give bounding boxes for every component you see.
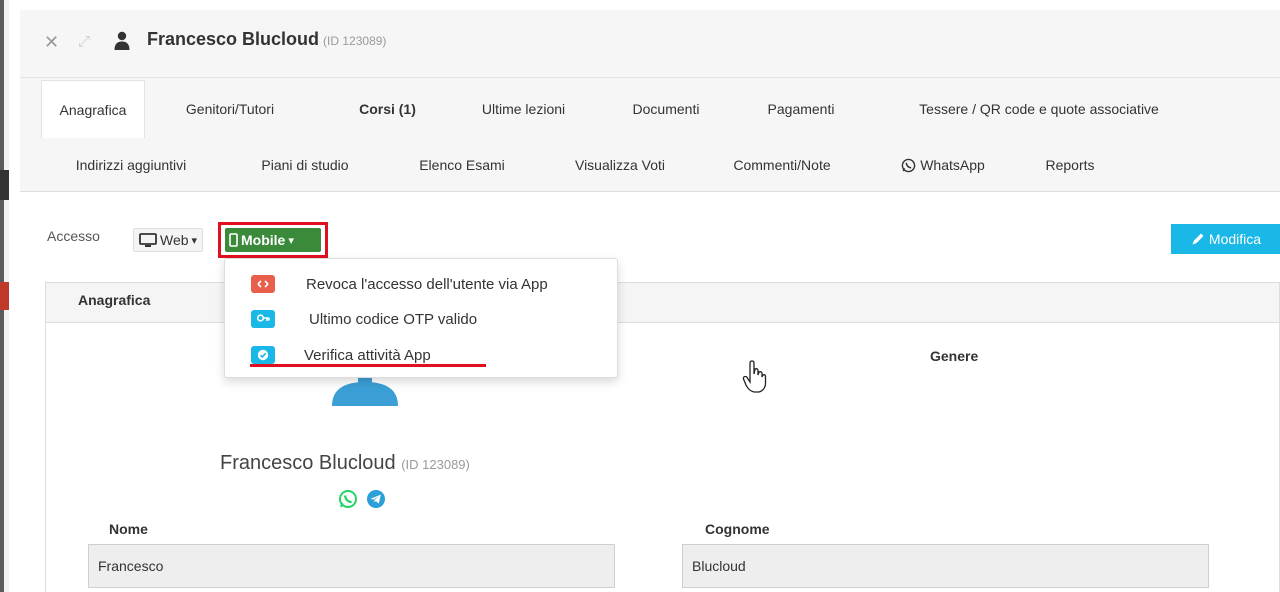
menu-item-revoca-accesso[interactable]: Revoca l'accesso dell'utente via App	[225, 269, 619, 299]
access-label: Accesso	[47, 228, 100, 244]
page-title-name: Francesco Blucloud	[147, 29, 320, 49]
telegram-icon[interactable]	[366, 489, 386, 509]
web-access-label: Web	[160, 232, 189, 248]
whatsapp-icon[interactable]	[338, 489, 358, 509]
close-icon[interactable]: ✕	[44, 32, 59, 52]
mobile-dropdown-menu: Revoca l'accesso dell'utente via App Ult…	[224, 258, 618, 378]
modifica-button[interactable]: Modifica	[1171, 224, 1280, 254]
tab-genitori-tutori[interactable]: Genitori/Tutori	[170, 92, 290, 126]
highlight-underline	[250, 364, 486, 367]
tab-piani-di-studio[interactable]: Piani di studio	[242, 148, 368, 182]
tab-ultime-lezioni[interactable]: Ultime lezioni	[461, 92, 586, 126]
main-panel: ✕ ⤢ Francesco Blucloud (ID 123089) Anagra…	[20, 0, 1280, 592]
tab-documenti[interactable]: Documenti	[616, 92, 716, 126]
left-edge	[0, 0, 9, 592]
page-title-id: (ID 123089)	[323, 34, 387, 48]
tab-pagamenti[interactable]: Pagamenti	[748, 92, 854, 126]
header: ✕ ⤢ Francesco Blucloud (ID 123089)	[20, 10, 1280, 78]
profile-name-text: Francesco Blucloud	[220, 452, 396, 474]
tabs-bar: Anagrafica Genitori/Tutori Corsi (1) Ult…	[20, 78, 1280, 192]
cognome-label: Cognome	[705, 521, 770, 537]
menu-item-label: Verifica attività App	[304, 346, 431, 364]
mobile-access-label: Mobile	[241, 232, 286, 248]
tab-commenti-note[interactable]: Commenti/Note	[716, 148, 848, 182]
hand-cursor-icon	[742, 360, 768, 394]
profile-id: (ID 123089)	[401, 457, 470, 472]
whatsapp-icon	[901, 158, 916, 172]
tab-anagrafica[interactable]: Anagrafica	[41, 80, 145, 138]
tab-reports[interactable]: Reports	[1028, 148, 1112, 182]
key-icon	[251, 310, 275, 328]
expand-icon[interactable]: ⤢	[78, 32, 94, 52]
profile-name: Francesco Blucloud (ID 123089)	[220, 452, 470, 475]
chevron-down-icon: ▾	[191, 234, 198, 247]
menu-item-label: Revoca l'accesso dell'utente via App	[306, 275, 548, 293]
tab-elenco-esami[interactable]: Elenco Esami	[404, 148, 520, 182]
tab-tessere[interactable]: Tessere / QR code e quote associative	[886, 92, 1192, 126]
modifica-label: Modifica	[1208, 231, 1262, 247]
tab-visualizza-voti[interactable]: Visualizza Voti	[556, 148, 684, 182]
nome-label: Nome	[109, 521, 148, 537]
tab-whatsapp-label: WhatsApp	[920, 157, 985, 173]
cognome-field[interactable]: Blucloud	[682, 544, 1209, 588]
mobile-access-button[interactable]: Mobile ▾	[225, 228, 321, 252]
web-access-button[interactable]: Web ▾	[133, 228, 204, 252]
monitor-icon	[139, 232, 157, 247]
menu-item-ultimo-otp[interactable]: Ultimo codice OTP valido	[225, 304, 619, 334]
genere-label: Genere	[930, 348, 979, 364]
tab-indirizzi-aggiuntivi[interactable]: Indirizzi aggiuntivi	[56, 148, 206, 182]
pencil-icon	[1192, 233, 1204, 245]
left-edge-mark	[0, 170, 9, 200]
revoke-icon	[251, 275, 275, 293]
left-edge-mark-red	[0, 282, 9, 310]
chevron-down-icon: ▾	[288, 234, 294, 247]
menu-item-label: Ultimo codice OTP valido	[309, 310, 478, 328]
tab-whatsapp[interactable]: WhatsApp	[888, 148, 998, 182]
avatar	[332, 378, 398, 406]
mobile-phone-icon	[229, 233, 238, 247]
tab-corsi[interactable]: Corsi (1)	[345, 92, 430, 126]
nome-field[interactable]: Francesco	[88, 544, 615, 588]
user-icon	[114, 31, 130, 51]
social-links	[338, 489, 386, 509]
page-title: Francesco Blucloud (ID 123089)	[147, 29, 386, 50]
check-circle-icon	[251, 346, 275, 364]
